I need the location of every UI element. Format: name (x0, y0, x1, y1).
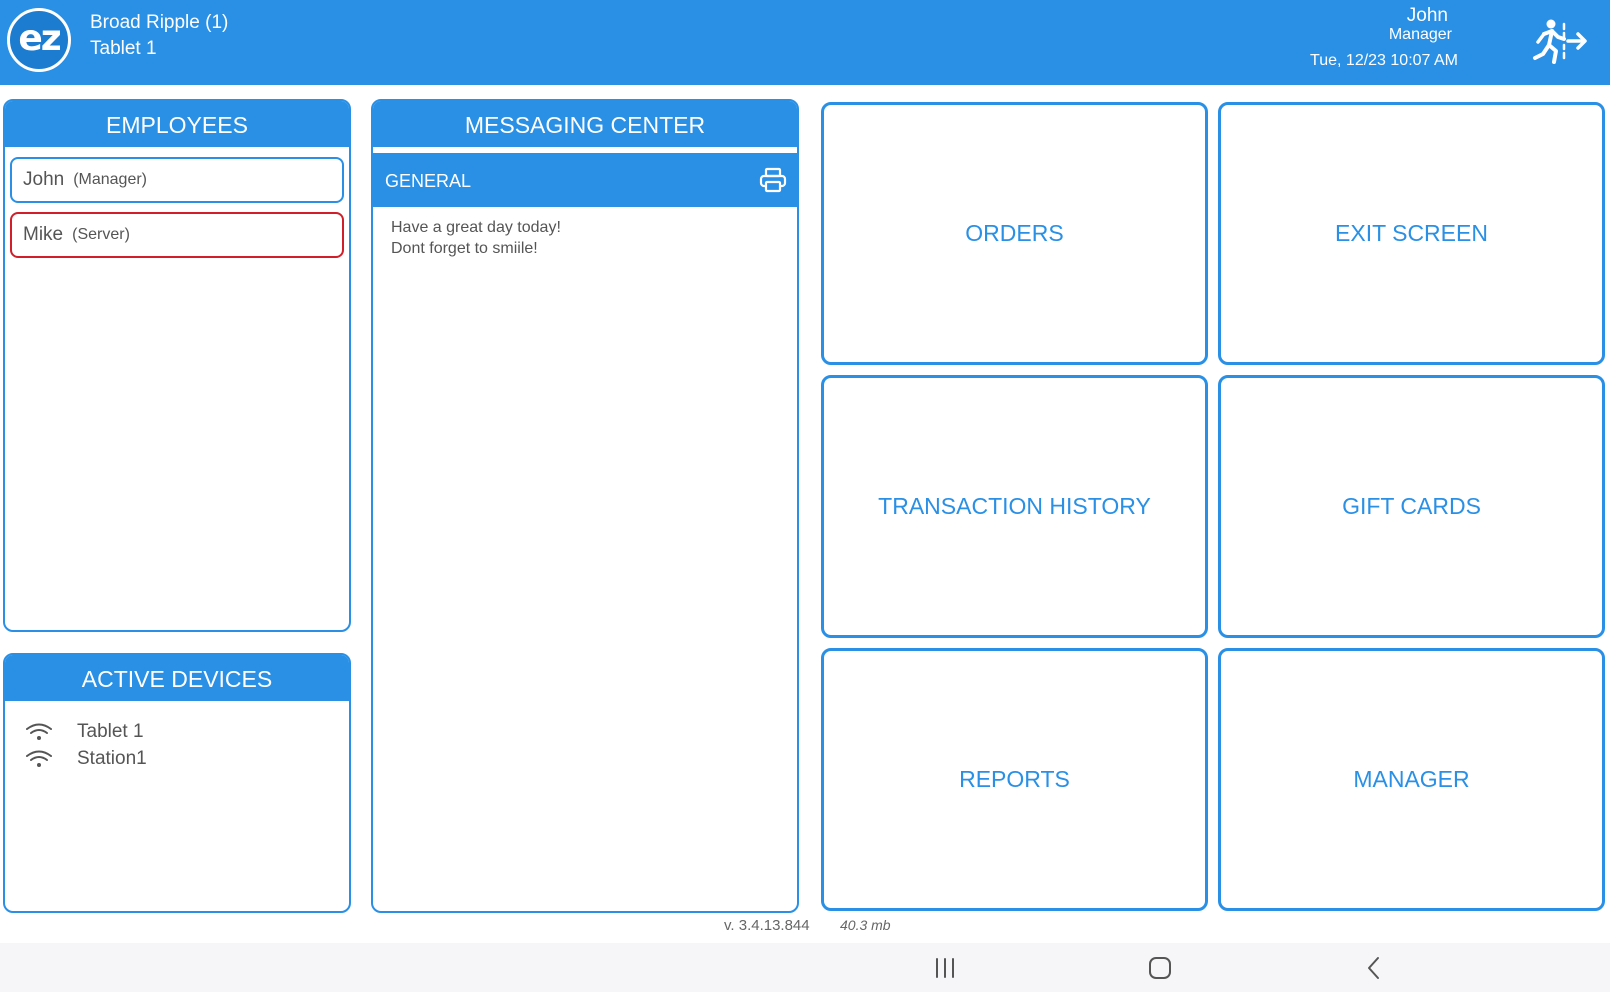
android-nav-bar (0, 943, 1610, 992)
device-name: Station1 (77, 748, 147, 769)
exit-person-icon (1533, 19, 1587, 64)
channel-name: GENERAL (385, 171, 472, 191)
current-user-name: John (1406, 5, 1448, 26)
transaction-history-button[interactable]: TRANSACTION HISTORY (821, 375, 1208, 638)
memory-label: 40.3 mb (840, 917, 891, 933)
manager-button[interactable]: MANAGER (1218, 648, 1605, 911)
message-line: Dont forget to smiile! (391, 240, 538, 257)
reports-button[interactable]: REPORTS (821, 648, 1208, 911)
active-devices-header: ACTIVE DEVICES (5, 655, 349, 701)
employee-row-john[interactable]: John (Manager) (10, 157, 344, 203)
gift-cards-button[interactable]: GIFT CARDS (1218, 375, 1605, 638)
recents-button[interactable] (933, 957, 957, 979)
print-button[interactable] (759, 167, 787, 193)
message-channel-bar: GENERAL (373, 153, 797, 207)
employee-name: Mike (23, 224, 64, 245)
version-label: v. 3.4.13.844 (724, 917, 810, 934)
messaging-center-header: MESSAGING CENTER (373, 101, 797, 147)
employees-header: EMPLOYEES (5, 101, 349, 147)
back-button[interactable] (1364, 956, 1384, 980)
orders-button[interactable]: ORDERS (821, 102, 1208, 365)
device-row: Tablet 1 (25, 721, 144, 743)
home-button[interactable] (1148, 956, 1172, 980)
employee-role: (Server) (72, 226, 130, 243)
employee-name: John (23, 169, 65, 190)
store-name: Broad Ripple (1) (90, 12, 229, 33)
home-icon (1149, 957, 1171, 979)
top-bar: ez Broad Ripple (1) Tablet 1 John Manage… (0, 0, 1610, 85)
employee-role: (Manager) (73, 171, 148, 188)
message-line: Have a great day today! (391, 219, 561, 236)
logout-button[interactable] (1532, 18, 1588, 66)
employees-panel: EMPLOYEES John (Manager) Mike (Server) (3, 99, 351, 632)
datetime: Tue, 12/23 10:07 AM (1310, 52, 1458, 69)
device-name: Tablet 1 (77, 721, 144, 742)
device-name: Tablet 1 (90, 38, 157, 59)
wifi-icon (26, 750, 52, 767)
printer-icon (759, 167, 787, 193)
device-row: Station1 (25, 748, 147, 770)
current-user-role: Manager (1388, 26, 1452, 43)
message-text: Have a great day today! Dont forget to s… (391, 217, 561, 259)
recents-icon (936, 958, 954, 978)
wifi-icon (26, 723, 52, 740)
employee-row-mike[interactable]: Mike (Server) (10, 212, 344, 258)
logo-text: ez (18, 17, 61, 59)
back-icon (1368, 957, 1379, 979)
messaging-center-panel: MESSAGING CENTER GENERAL Have a great da… (371, 99, 799, 913)
active-devices-panel: ACTIVE DEVICES Tablet 1 Station1 (3, 653, 351, 913)
exit-screen-button[interactable]: EXIT SCREEN (1218, 102, 1605, 365)
ez-logo: ez (7, 8, 71, 72)
